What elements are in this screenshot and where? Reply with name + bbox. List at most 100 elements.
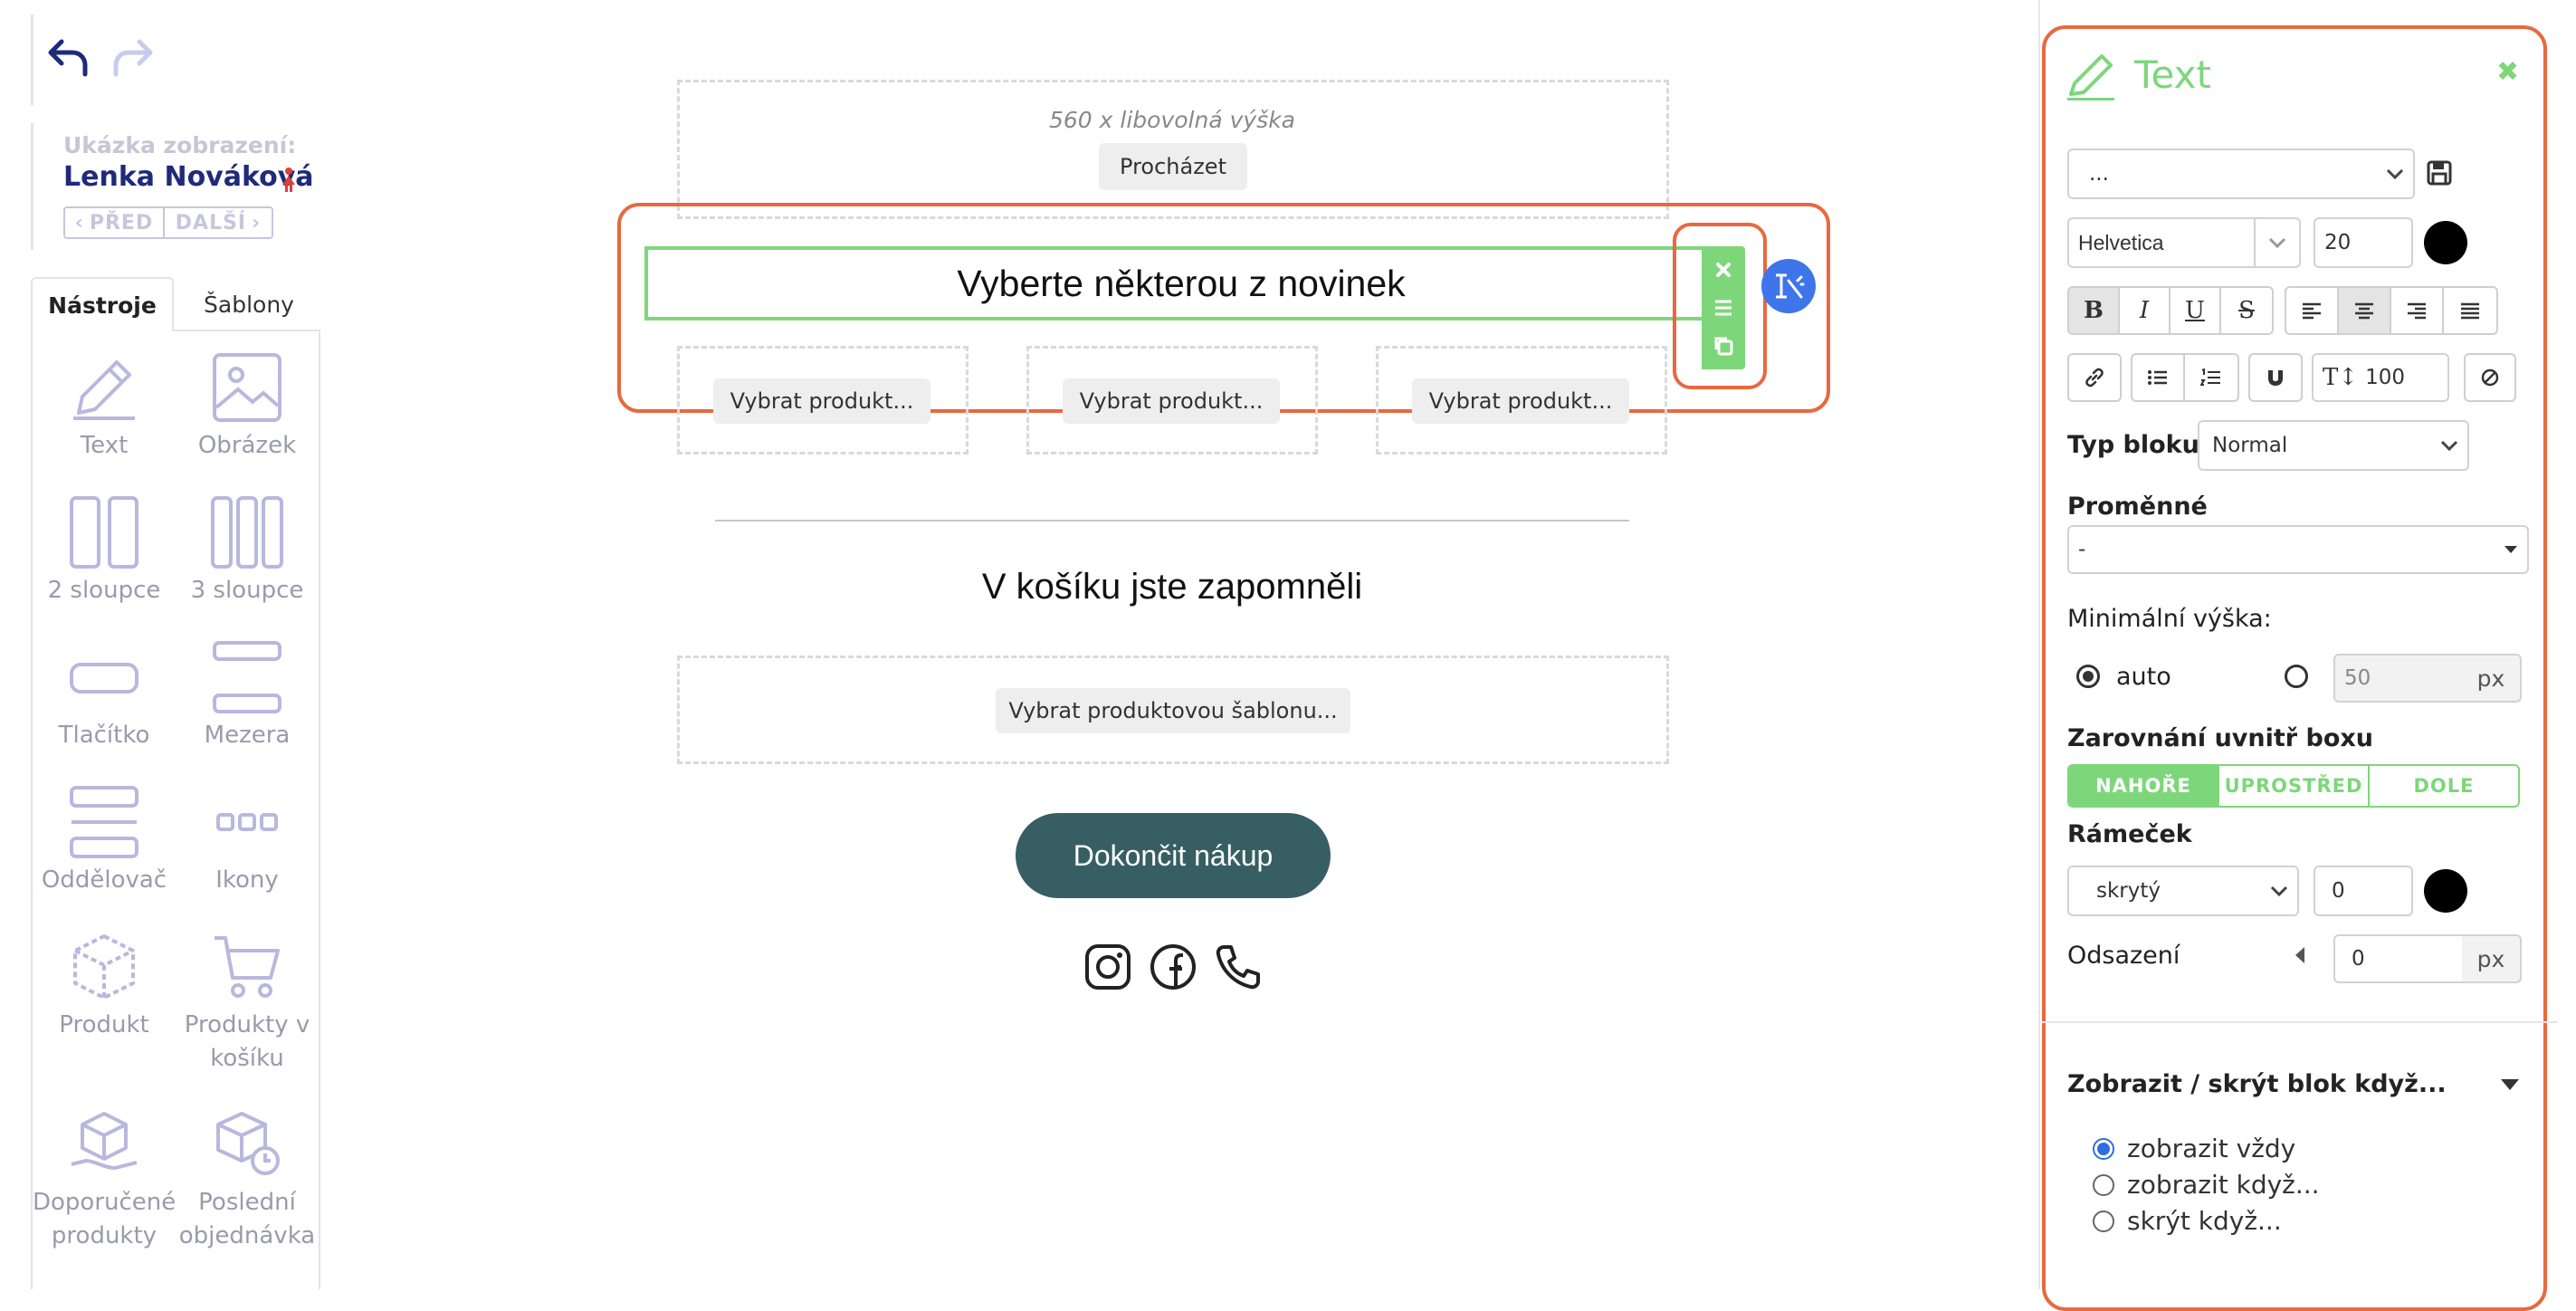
finish-purchase-button[interactable]: Dokončit nákup: [1016, 813, 1331, 898]
chevron-down-icon: [2270, 885, 2288, 897]
min-height-auto-label: auto: [2116, 663, 2171, 691]
three-columns-icon: [211, 496, 283, 569]
tool-cart-products[interactable]: Produkty v košíku: [176, 931, 319, 1076]
tool-divider[interactable]: Oddělovač: [33, 786, 176, 897]
min-height-auto-radio[interactable]: [2076, 665, 2100, 688]
visibility-when-radio[interactable]: [2093, 1173, 2114, 1196]
select-template-button[interactable]: Vybrat produktovou šablonu...: [996, 688, 1350, 733]
min-height-label: Minimální výška:: [2067, 605, 2272, 633]
image-size-hint: 560 x libovolná výška: [1048, 107, 1296, 133]
list-group: [2131, 353, 2239, 402]
numbered-list-icon[interactable]: [2185, 355, 2237, 400]
close-icon[interactable]: ✖: [2496, 56, 2519, 88]
content-divider: [715, 520, 1629, 522]
link-icon[interactable]: [2069, 355, 2120, 400]
text-color-swatch[interactable]: [2424, 221, 2467, 264]
tool-image[interactable]: Obrázek: [176, 351, 319, 463]
select-product-button-2[interactable]: Vybrat produkt...: [1063, 378, 1280, 424]
tab-templates[interactable]: Šablony: [177, 277, 320, 331]
caret-down-icon[interactable]: [2500, 1077, 2520, 1095]
cart-icon: [215, 936, 280, 998]
preview-name: Lenka Nováková: [63, 161, 314, 193]
tool-text[interactable]: Text: [33, 351, 176, 463]
tool-icons[interactable]: Ikony: [176, 786, 319, 897]
save-icon[interactable]: [2426, 159, 2455, 188]
clear-format-icon[interactable]: [2466, 355, 2514, 400]
underline-button[interactable]: U: [2171, 288, 2221, 333]
visibility-always-option[interactable]: zobrazit vždy: [2093, 1134, 2295, 1163]
visibility-when-option[interactable]: zobrazit když...: [2093, 1170, 2320, 1200]
text-magic-icon[interactable]: [1761, 259, 1816, 313]
preview-next-button[interactable]: DALŠÍ ›: [163, 206, 273, 239]
padding-input[interactable]: 0: [2333, 934, 2464, 983]
align-right-icon[interactable]: [2391, 288, 2444, 333]
bold-button[interactable]: B: [2069, 288, 2120, 333]
tool-spacer[interactable]: Mezera: [176, 641, 319, 752]
visibility-section-title[interactable]: Zobrazit / skrýt blok když...: [2067, 1070, 2447, 1098]
italic-button[interactable]: I: [2120, 288, 2171, 333]
line-height-input[interactable]: T↕ 100: [2312, 353, 2449, 402]
align-bottom-option[interactable]: DOLE: [2368, 766, 2518, 806]
tool-3-columns[interactable]: 3 sloupce: [176, 496, 319, 608]
font-family-select[interactable]: Helvetica: [2067, 217, 2301, 268]
tool-product[interactable]: Produkt: [33, 931, 176, 1042]
history-bar: [31, 14, 33, 105]
block-actions-highlight: [1673, 223, 1767, 389]
align-top-option[interactable]: NAHOŘE: [2069, 766, 2218, 806]
browse-button[interactable]: Procházet: [1099, 143, 1247, 190]
text-style-group: B I U S: [2067, 286, 2274, 335]
cart-heading[interactable]: V košíku jste zapomněli: [679, 567, 1665, 608]
border-style-select[interactable]: skrytý: [2067, 866, 2299, 916]
block-type-select[interactable]: Normal: [2198, 420, 2469, 471]
panel-title: Text: [2134, 53, 2211, 97]
tool-last-order[interactable]: Poslední objednávka: [176, 1108, 319, 1253]
panel-separator: [2038, 0, 2040, 1289]
caret-down-icon: [2504, 546, 2517, 553]
align-middle-option[interactable]: UPROSTŘED: [2218, 766, 2368, 806]
instagram-icon[interactable]: [1083, 942, 1133, 992]
select-product-button-3[interactable]: Vybrat produkt...: [1412, 378, 1629, 424]
magnet-group: [2248, 353, 2303, 402]
visibility-always-radio[interactable]: [2093, 1137, 2114, 1160]
variables-select[interactable]: -: [2067, 525, 2529, 574]
caret-left-icon[interactable]: [2294, 945, 2306, 969]
undo-icon[interactable]: [43, 34, 92, 83]
phone-icon[interactable]: [1213, 942, 1264, 992]
style-preset-select[interactable]: ...: [2067, 148, 2415, 199]
align-center-icon[interactable]: [2339, 288, 2391, 333]
button-icon: [70, 663, 138, 694]
padding-unit: px: [2462, 934, 2522, 983]
variables-label: Proměnné: [2067, 493, 2208, 521]
align-left-icon[interactable]: [2286, 288, 2339, 333]
border-width-input[interactable]: 0: [2314, 866, 2413, 916]
tool-button[interactable]: Tlačítko: [33, 641, 176, 752]
tool-recommended-products[interactable]: Doporučené produkty: [33, 1108, 176, 1253]
tab-tools[interactable]: Nástroje: [31, 277, 174, 331]
font-size-input[interactable]: 20: [2314, 217, 2413, 268]
select-product-button-1[interactable]: Vybrat produkt...: [713, 378, 930, 424]
hand-box-icon: [71, 1112, 138, 1171]
min-height-input[interactable]: 50: [2333, 654, 2464, 703]
visibility-hide-option[interactable]: skrýt když...: [2093, 1206, 2282, 1236]
box-clock-icon: [216, 1112, 280, 1175]
visibility-hide-radio[interactable]: [2093, 1210, 2114, 1232]
strikethrough-button[interactable]: S: [2221, 288, 2272, 333]
tool-2-columns[interactable]: 2 sloupce: [33, 496, 176, 608]
align-justify-icon[interactable]: [2444, 288, 2496, 333]
chevron-down-icon: [2386, 168, 2404, 180]
preview-prev-button[interactable]: ‹ PŘED: [63, 206, 165, 239]
magnet-icon[interactable]: [2250, 355, 2301, 400]
chevron-right-icon: ›: [252, 211, 262, 234]
selected-text-block[interactable]: Vyberte některou z novinek: [644, 246, 1718, 321]
min-height-custom-radio[interactable]: [2285, 665, 2308, 688]
vertical-align-segmented: NAHOŘE UPROSTŘED DOLE: [2067, 764, 2520, 808]
box-align-label: Zarovnání uvnitř boxu: [2067, 724, 2374, 752]
chevron-down-icon: [2254, 219, 2299, 266]
block-type-label: Typ bloku:: [2067, 431, 2209, 459]
two-columns-icon: [70, 496, 138, 569]
border-color-swatch[interactable]: [2424, 869, 2467, 913]
bullet-list-icon[interactable]: [2132, 355, 2185, 400]
redo-icon[interactable]: [109, 34, 157, 83]
facebook-icon[interactable]: [1148, 942, 1198, 992]
preview-bar: [31, 123, 33, 250]
